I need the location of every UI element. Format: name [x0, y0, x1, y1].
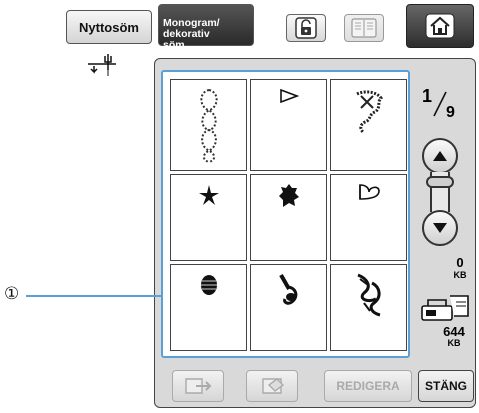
stitch-filled-oval-icon [200, 275, 217, 295]
stitch-star-icon [198, 185, 219, 205]
stitch-cell-1[interactable] [170, 79, 247, 171]
manual-button[interactable] [344, 14, 384, 42]
page-indicator: 1 9 [418, 86, 462, 126]
stitch-cell-5[interactable] [250, 174, 327, 261]
scroll-up-button[interactable] [422, 138, 458, 174]
callout-leader-line [26, 295, 162, 297]
edit-button-label: REDIGERA [336, 379, 400, 393]
single-needle-icon [88, 54, 116, 76]
stitch-cell-8[interactable] [250, 264, 327, 351]
callout-marker: ① [4, 284, 20, 303]
scroll-down-button[interactable] [422, 210, 458, 246]
stitch-cell-2[interactable] [250, 79, 327, 171]
page-total: 9 [446, 104, 455, 121]
home-icon [425, 13, 455, 39]
eraser-icon [262, 378, 285, 394]
memory-free-unit: KB [447, 338, 461, 348]
page-current: 1 [422, 86, 433, 106]
edit-button[interactable]: REDIGERA [324, 370, 412, 402]
stitch-cell-9[interactable] [330, 264, 407, 351]
memory-free: 644 KB [436, 324, 472, 349]
triangle-down-icon [433, 223, 447, 233]
memory-save-button[interactable] [246, 370, 298, 402]
tab-monogram-decorative-label: Monogram/ dekorativ söm [163, 17, 220, 51]
stitch-cross-flower-icon [355, 90, 383, 134]
close-button-label: STÄNG [425, 379, 467, 393]
retrieve-icon [185, 378, 212, 394]
stitch-cross-figure8-icon [199, 89, 218, 163]
stitch-chevron-icon [279, 88, 299, 104]
lock-icon [295, 17, 317, 39]
memory-used: 0 KB [446, 255, 474, 280]
stitch-cell-3[interactable] [330, 79, 407, 171]
tab-monogram-decorative[interactable]: Monogram/ dekorativ söm [158, 4, 254, 51]
home-button[interactable] [406, 4, 474, 48]
retrieve-button[interactable] [172, 370, 224, 402]
stitch-blob-icon [278, 184, 299, 207]
stitch-swirl-icon [356, 273, 380, 317]
lock-button[interactable] [286, 14, 326, 42]
tab-utility-stitch[interactable]: Nyttosöm [66, 10, 152, 44]
memory-free-value: 644 [443, 324, 465, 339]
book-icon [351, 18, 377, 38]
stitch-cell-4[interactable] [170, 174, 247, 261]
stitch-music-note-icon [278, 274, 297, 305]
stitch-cell-7[interactable] [170, 264, 247, 351]
machine-memory-icon [421, 295, 469, 321]
close-button[interactable]: STÄNG [418, 370, 474, 402]
triangle-up-icon [433, 151, 447, 161]
scroll-thumb[interactable] [426, 176, 454, 188]
memory-used-value: 0 [456, 255, 464, 270]
memory-used-unit: KB [453, 270, 467, 280]
stitch-cell-6[interactable] [330, 174, 407, 261]
tab-utility-stitch-label: Nyttosöm [79, 19, 139, 35]
stitch-outline-b-icon [358, 184, 380, 200]
